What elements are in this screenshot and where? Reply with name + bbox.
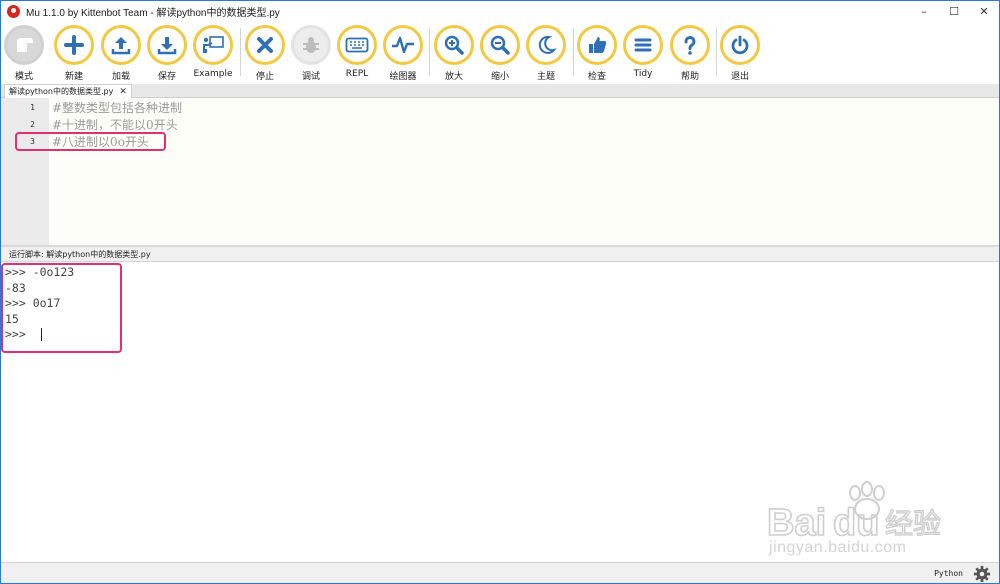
code-line[interactable]: #十进制，不能以0开头 <box>52 116 178 133</box>
stop-button[interactable]: 停止 <box>243 25 287 82</box>
mode-icon <box>4 25 44 65</box>
minimize-button[interactable]: – <box>909 1 939 22</box>
toolbar-separator <box>573 28 574 76</box>
close-tab-icon[interactable]: ✕ <box>119 87 127 97</box>
bug-icon <box>291 25 331 65</box>
repl-header-label: 运行脚本: 解读python中的数据类型.py <box>9 249 151 259</box>
tab-strip: 解读python中的数据类型.py ✕ <box>1 84 999 98</box>
help-button[interactable]: 帮助 <box>668 25 712 82</box>
load-button[interactable]: 加载 <box>99 25 143 82</box>
debug-button[interactable]: 调试 <box>289 25 333 82</box>
mu-editor-window: Mu 1.1.0 by Kittenbot Team - 解读python中的数… <box>0 0 1000 584</box>
upload-icon <box>101 25 141 65</box>
x-icon <box>245 25 285 65</box>
file-tab[interactable]: 解读python中的数据类型.py ✕ <box>4 84 132 98</box>
question-icon <box>670 25 710 65</box>
plus-icon <box>54 25 94 65</box>
repl-button[interactable]: REPL <box>335 25 379 79</box>
svg-text:Bai: Bai <box>767 502 826 544</box>
example-button[interactable]: Example <box>191 25 235 79</box>
line-number: 1 <box>30 103 35 112</box>
theme-button[interactable]: 主题 <box>524 25 568 82</box>
presentation-icon <box>193 25 233 65</box>
title-bar: Mu 1.1.0 by Kittenbot Team - 解读python中的数… <box>1 1 999 22</box>
status-bar: Python <box>1 562 999 583</box>
baidu-watermark: Bai du 经验 jingyan.baidu.com <box>766 479 967 559</box>
zoom-out-button[interactable]: 缩小 <box>478 25 522 82</box>
toolbar-separator <box>716 28 717 76</box>
file-tab-label: 解读python中的数据类型.py <box>9 87 114 96</box>
thumbs-up-icon <box>577 25 617 65</box>
check-button[interactable]: 检查 <box>575 25 619 82</box>
new-button[interactable]: 新建 <box>52 25 96 82</box>
moon-icon <box>526 25 566 65</box>
toolbar: 模式 新建 加载 保存 Example 停止 调试 REPL 绘图器 放大 缩小… <box>1 22 999 84</box>
code-line[interactable]: #整数类型包括各种进制 <box>52 99 182 116</box>
window-controls: – ☐ ✕ <box>909 1 999 22</box>
app-logo-icon <box>7 5 20 18</box>
tidy-button[interactable]: Tidy <box>621 25 665 79</box>
maximize-button[interactable]: ☐ <box>939 1 969 22</box>
highlight-annotation <box>15 132 166 151</box>
svg-text:经验: 经验 <box>885 507 941 540</box>
toolbar-separator <box>429 28 430 76</box>
download-icon <box>147 25 187 65</box>
line-number-gutter: 1 2 3 <box>1 98 49 245</box>
close-window-button[interactable]: ✕ <box>969 1 999 22</box>
gear-icon[interactable] <box>973 565 991 583</box>
mode-button[interactable]: 模式 <box>2 25 46 82</box>
code-editor[interactable]: 1 2 3 #整数类型包括各种进制 #十进制，不能以0开头 #八进制以0o开头 <box>1 98 999 245</box>
zoom-out-icon <box>480 25 520 65</box>
zoom-in-icon <box>434 25 474 65</box>
power-icon <box>720 25 760 65</box>
watermark-url: jingyan.baidu.com <box>769 539 907 556</box>
svg-text:du: du <box>833 502 879 544</box>
quit-button[interactable]: 退出 <box>718 25 762 82</box>
pulse-icon <box>383 25 423 65</box>
zoom-in-button[interactable]: 放大 <box>432 25 476 82</box>
plotter-button[interactable]: 绘图器 <box>381 25 425 82</box>
repl-header: 运行脚本: 解读python中的数据类型.py <box>1 247 999 262</box>
highlight-annotation <box>1 263 122 353</box>
save-button[interactable]: 保存 <box>145 25 189 82</box>
window-title: Mu 1.1.0 by Kittenbot Team - 解读python中的数… <box>26 8 280 19</box>
lines-icon <box>623 25 663 65</box>
keyboard-icon <box>337 25 377 65</box>
toolbar-separator <box>240 28 241 76</box>
mode-indicator[interactable]: Python <box>934 569 963 578</box>
line-number: 2 <box>30 120 35 129</box>
